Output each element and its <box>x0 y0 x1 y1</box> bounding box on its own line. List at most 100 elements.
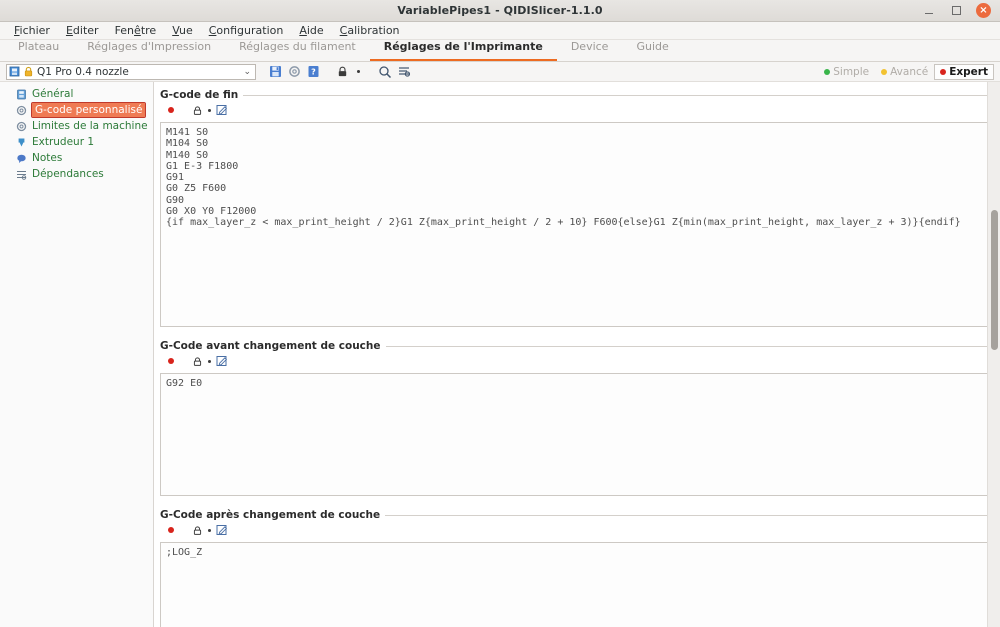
sidebar-item-dependances-label: Dépendances <box>32 168 104 180</box>
section-after-layer-gcode: G-Code après changement de couche ;LOG_Z <box>160 508 988 627</box>
menu-configuration[interactable]: Configuration <box>201 22 292 40</box>
section-divider <box>243 94 988 96</box>
menu-fenetre-accel: ê <box>134 23 141 37</box>
main-body: Général G-code personnalisé Limites de l… <box>0 82 1000 627</box>
menu-fenetre[interactable]: Fenêtre <box>107 22 165 40</box>
section-divider <box>385 345 988 347</box>
tab-bar: Plateau Réglages d'Impression Réglages d… <box>0 40 1000 62</box>
menu-vue-accel: V <box>172 23 179 37</box>
vertical-scrollbar[interactable] <box>987 82 1000 627</box>
sidebar-item-notes-label: Notes <box>32 152 63 164</box>
menu-editer[interactable]: Editer <box>58 22 107 40</box>
menu-calibration[interactable]: Calibration <box>332 22 408 40</box>
sidebar-item-general[interactable]: Général <box>0 87 153 101</box>
menu-aide-rest: ide <box>306 23 324 37</box>
mode-avance[interactable]: Avancé <box>875 63 935 80</box>
sidebar-item-notes[interactable]: Notes <box>0 151 153 165</box>
modified-indicator-icon <box>168 107 174 113</box>
menu-editer-accel: E <box>65 23 73 37</box>
state-dot-icon <box>208 359 211 363</box>
sidebar-item-gcode-personnalise[interactable]: G-code personnalisé <box>0 102 153 118</box>
close-button[interactable]: × <box>976 3 991 18</box>
application-window: VariablePipes1 - QIDISlicer-1.1.0 × Fich… <box>0 0 1000 627</box>
compare-icon[interactable] <box>394 63 413 80</box>
menu-aide[interactable]: Aide <box>291 22 331 40</box>
state-dot-icon <box>208 528 211 532</box>
modified-indicator-icon <box>168 358 174 364</box>
section-before-layer-title: G-Code avant changement de couche <box>160 339 381 352</box>
note-icon <box>16 153 27 164</box>
menu-aide-accel: A <box>299 23 307 37</box>
section-after-layer-header: G-Code après changement de couche <box>160 508 988 521</box>
search-icon[interactable] <box>375 63 394 80</box>
edit-icon[interactable] <box>216 524 228 536</box>
sidebar-item-extrudeur-1[interactable]: Extrudeur 1 <box>0 135 153 149</box>
section-before-layer-gcode: G-Code avant changement de couche G92 E0 <box>160 339 988 496</box>
mode-expert[interactable]: Expert <box>934 63 994 80</box>
mode-selector: Simple Avancé Expert <box>818 63 994 80</box>
menu-fenetre-b: tre <box>140 23 157 37</box>
lock-closed-icon <box>23 66 34 77</box>
section-end-gcode-icons <box>160 101 988 119</box>
menu-vue-rest: ue <box>178 23 193 37</box>
tab-reglages-filament[interactable]: Réglages du filament <box>225 38 370 61</box>
window-controls: × <box>922 3 1000 18</box>
save-preset-icon[interactable] <box>266 63 285 80</box>
svg-text:?: ? <box>311 67 316 76</box>
menu-fenetre-a: Fen <box>114 23 135 37</box>
printer-icon <box>16 89 27 100</box>
lock-icon[interactable] <box>191 524 203 536</box>
sidebar-item-extrudeur-1-label: Extrudeur 1 <box>32 136 95 148</box>
mode-simple[interactable]: Simple <box>818 63 876 80</box>
lock-icon[interactable] <box>333 63 352 80</box>
tab-reglages-imprimante[interactable]: Réglages de l'Imprimante <box>369 38 557 61</box>
menu-editer-rest: diter <box>72 23 99 37</box>
scrollbar-thumb[interactable] <box>991 210 998 350</box>
settings-tree: Général G-code personnalisé Limites de l… <box>0 82 154 627</box>
tab-guide[interactable]: Guide <box>622 38 682 61</box>
section-divider <box>385 514 988 516</box>
menu-fichier[interactable]: Fichier <box>6 22 58 40</box>
mode-simple-dot <box>824 68 831 75</box>
sidebar-item-limites-machine[interactable]: Limites de la machine <box>0 119 153 133</box>
dependencies-icon <box>16 169 27 180</box>
menu-fichier-rest: ichier <box>19 23 50 37</box>
maximize-button[interactable] <box>949 4 963 18</box>
gear-icon[interactable] <box>285 63 304 80</box>
section-end-gcode-header: G-code de fin <box>160 88 988 101</box>
mode-expert-dot <box>940 68 947 75</box>
section-after-layer-title: G-Code après changement de couche <box>160 508 381 521</box>
sidebar-item-general-label: Général <box>32 88 74 100</box>
sidebar-item-limites-machine-label: Limites de la machine <box>32 120 148 132</box>
gear-icon <box>16 105 27 116</box>
settings-content: G-code de fin M141 S0 M104 S0 M140 S0 G1… <box>154 82 1000 627</box>
after-layer-gcode-textarea[interactable]: ;LOG_Z <box>160 542 988 627</box>
menu-vue[interactable]: Vue <box>164 22 201 40</box>
printer-preset-combobox[interactable]: Q1 Pro 0.4 nozzle ⌄ <box>6 63 256 80</box>
mode-avance-dot <box>881 68 888 75</box>
sidebar-item-gcode-personnalise-label: G-code personnalisé <box>30 102 147 118</box>
lock-icon[interactable] <box>191 355 203 367</box>
lock-icon[interactable] <box>191 104 203 116</box>
sidebar-item-dependances[interactable]: Dépendances <box>0 167 153 181</box>
section-before-layer-icons <box>160 352 988 370</box>
title-bar: VariablePipes1 - QIDISlicer-1.1.0 × <box>0 0 1000 22</box>
chevron-down-icon[interactable]: ⌄ <box>243 67 253 77</box>
tab-reglages-impression[interactable]: Réglages d'Impression <box>73 38 225 61</box>
minimize-button[interactable] <box>922 4 936 18</box>
question-icon[interactable]: ? <box>304 63 323 80</box>
tab-device[interactable]: Device <box>557 38 623 61</box>
menu-configuration-rest: onfiguration <box>216 23 284 37</box>
before-layer-gcode-textarea[interactable]: G92 E0 <box>160 373 988 496</box>
tab-plateau[interactable]: Plateau <box>4 38 73 61</box>
gear-icon <box>16 121 27 132</box>
lock-state-dot <box>357 70 360 73</box>
edit-icon[interactable] <box>216 355 228 367</box>
menu-calibration-rest: alibration <box>347 23 400 37</box>
window-title: VariablePipes1 - QIDISlicer-1.1.0 <box>397 4 603 17</box>
preset-name: Q1 Pro 0.4 nozzle <box>37 65 129 78</box>
state-dot-icon <box>208 108 211 112</box>
edit-icon[interactable] <box>216 104 228 116</box>
end-gcode-textarea[interactable]: M141 S0 M104 S0 M140 S0 G1 E-3 F1800 G91… <box>160 122 988 327</box>
section-after-layer-icons <box>160 521 988 539</box>
